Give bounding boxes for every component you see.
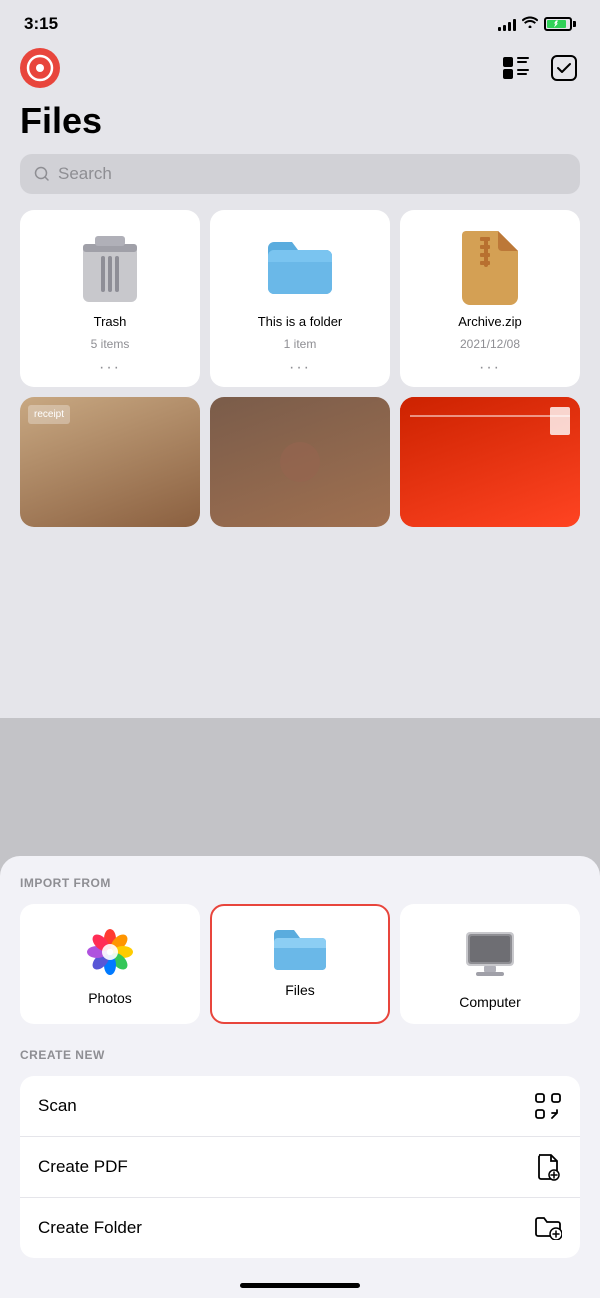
pdf-icon [534, 1153, 562, 1181]
zip-icon [450, 226, 530, 306]
create-folder-icon [534, 1214, 562, 1242]
file-card-meta: 5 items [91, 337, 130, 351]
search-placeholder: Search [58, 164, 112, 184]
create-pdf[interactable]: Create PDF [20, 1137, 580, 1198]
file-card-meta: 1 item [284, 337, 317, 351]
home-indicator [240, 1283, 360, 1288]
file-card-folder[interactable]: This is a folder 1 item ··· [210, 210, 390, 387]
import-photos[interactable]: Photos [20, 904, 200, 1024]
files-folder-icon [272, 926, 328, 972]
trash-icon [70, 226, 150, 306]
file-card-trash[interactable]: Trash 5 items ··· [20, 210, 200, 387]
file-card-name: Archive.zip [458, 314, 522, 329]
top-nav [0, 40, 600, 92]
top-nav-actions [500, 52, 580, 84]
file-card-archive[interactable]: Archive.zip 2021/12/08 ··· [400, 210, 580, 387]
status-bar: 3:15 [0, 0, 600, 40]
app-logo[interactable] [20, 48, 60, 88]
create-section-label: CREATE NEW [20, 1048, 580, 1062]
search-bar[interactable]: Search [20, 154, 580, 194]
photo-card-1[interactable]: receipt [20, 397, 200, 527]
signal-icon [498, 17, 516, 31]
pdf-label: Create PDF [38, 1157, 128, 1177]
computer-icon [460, 924, 520, 984]
file-card-more[interactable]: ··· [289, 359, 311, 377]
files-label: Files [285, 982, 315, 998]
import-options: Photos Files [20, 904, 580, 1024]
import-files[interactable]: Files [210, 904, 390, 1024]
status-icons [498, 15, 576, 33]
import-computer[interactable]: Computer [400, 904, 580, 1024]
file-card-meta: 2021/12/08 [460, 337, 520, 351]
create-folder[interactable]: Create Folder [20, 1198, 580, 1258]
create-scan[interactable]: Scan [20, 1076, 580, 1137]
list-view-button[interactable] [500, 52, 532, 84]
folder-icon [260, 226, 340, 306]
file-grid: Trash 5 items ··· This is a folder 1 ite… [0, 210, 600, 387]
bottom-sheet: IMPORT FROM [0, 856, 600, 1298]
create-list: Scan Create PDF [20, 1076, 580, 1258]
page-title: Files [0, 92, 600, 154]
photos-label: Photos [88, 990, 132, 1006]
computer-label: Computer [459, 994, 520, 1010]
scan-label: Scan [38, 1096, 77, 1116]
file-card-name: Trash [94, 314, 127, 329]
photos-app-icon [82, 924, 138, 980]
file-card-more[interactable]: ··· [479, 359, 501, 377]
scan-icon [534, 1092, 562, 1120]
photo-row: receipt [20, 397, 580, 527]
photo-card-3[interactable] [400, 397, 580, 527]
select-button[interactable] [548, 52, 580, 84]
status-time: 3:15 [24, 14, 58, 34]
photo-card-2[interactable] [210, 397, 390, 527]
wifi-icon [522, 15, 538, 33]
import-section-label: IMPORT FROM [20, 876, 580, 890]
folder-label: Create Folder [38, 1218, 142, 1238]
file-card-more[interactable]: ··· [99, 359, 121, 377]
search-icon [34, 166, 50, 182]
battery-icon [544, 17, 576, 31]
file-card-name: This is a folder [258, 314, 343, 329]
